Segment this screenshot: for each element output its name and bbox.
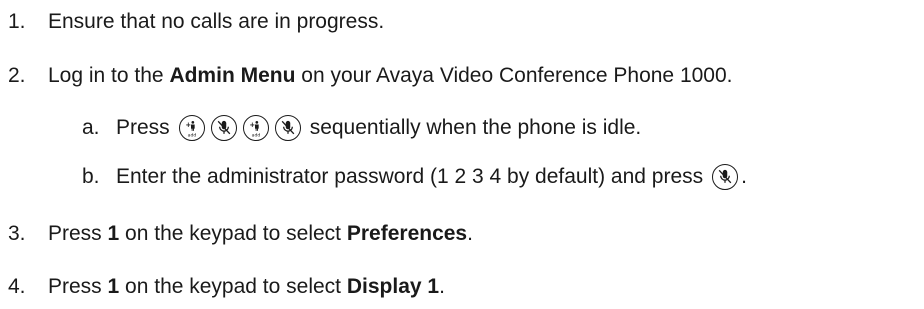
step-text-mid: on the keypad to select (119, 275, 347, 298)
step-text-mid: on the keypad to select (119, 222, 347, 245)
add-icon (178, 115, 205, 141)
step-text-post: . (439, 275, 445, 298)
substep-text: Press sequentially when the phone is idl… (116, 113, 641, 143)
admin-menu-label: Admin Menu (169, 64, 296, 87)
step-text-pre: Log in to the (48, 64, 170, 87)
step-text: Log in to the Admin Menu on your Avaya V… (48, 62, 733, 90)
substep-letter: b. (82, 165, 100, 188)
step-text: Ensure that no calls are in progress. (48, 10, 385, 33)
step-text-pre: Press (48, 222, 108, 245)
step-text: Press 1 on the keypad to select Preferen… (48, 220, 473, 248)
substep-letter: a. (82, 116, 100, 139)
step-number: 3. (8, 222, 26, 245)
mute-icon (274, 115, 301, 141)
step-text-post: on your Avaya Video Conference Phone 100… (295, 64, 733, 87)
substep-text-post: . (741, 165, 747, 188)
step-text: Press 1 on the keypad to select Display … (48, 273, 445, 301)
step-number: 4. (8, 275, 26, 298)
step-text-post: . (467, 222, 473, 245)
mute-icon (210, 115, 237, 141)
substep-text: Enter the administrator password (1 2 3 … (116, 162, 747, 192)
step-text-pre: Press (48, 275, 108, 298)
display-1-label: Display 1 (346, 275, 440, 298)
add-icon (242, 115, 269, 141)
key-label: 1 (107, 275, 120, 298)
step-number: 1. (8, 10, 26, 33)
substep-text-pre: Enter the administrator password (1 2 3 … (116, 165, 704, 188)
preferences-label: Preferences (346, 222, 468, 245)
substep-text-post: sequentially when the phone is idle. (309, 116, 642, 139)
mute-icon (712, 164, 739, 190)
key-label: 1 (107, 222, 120, 245)
substep-text-pre: Press (116, 116, 170, 139)
step-number: 2. (8, 64, 26, 87)
